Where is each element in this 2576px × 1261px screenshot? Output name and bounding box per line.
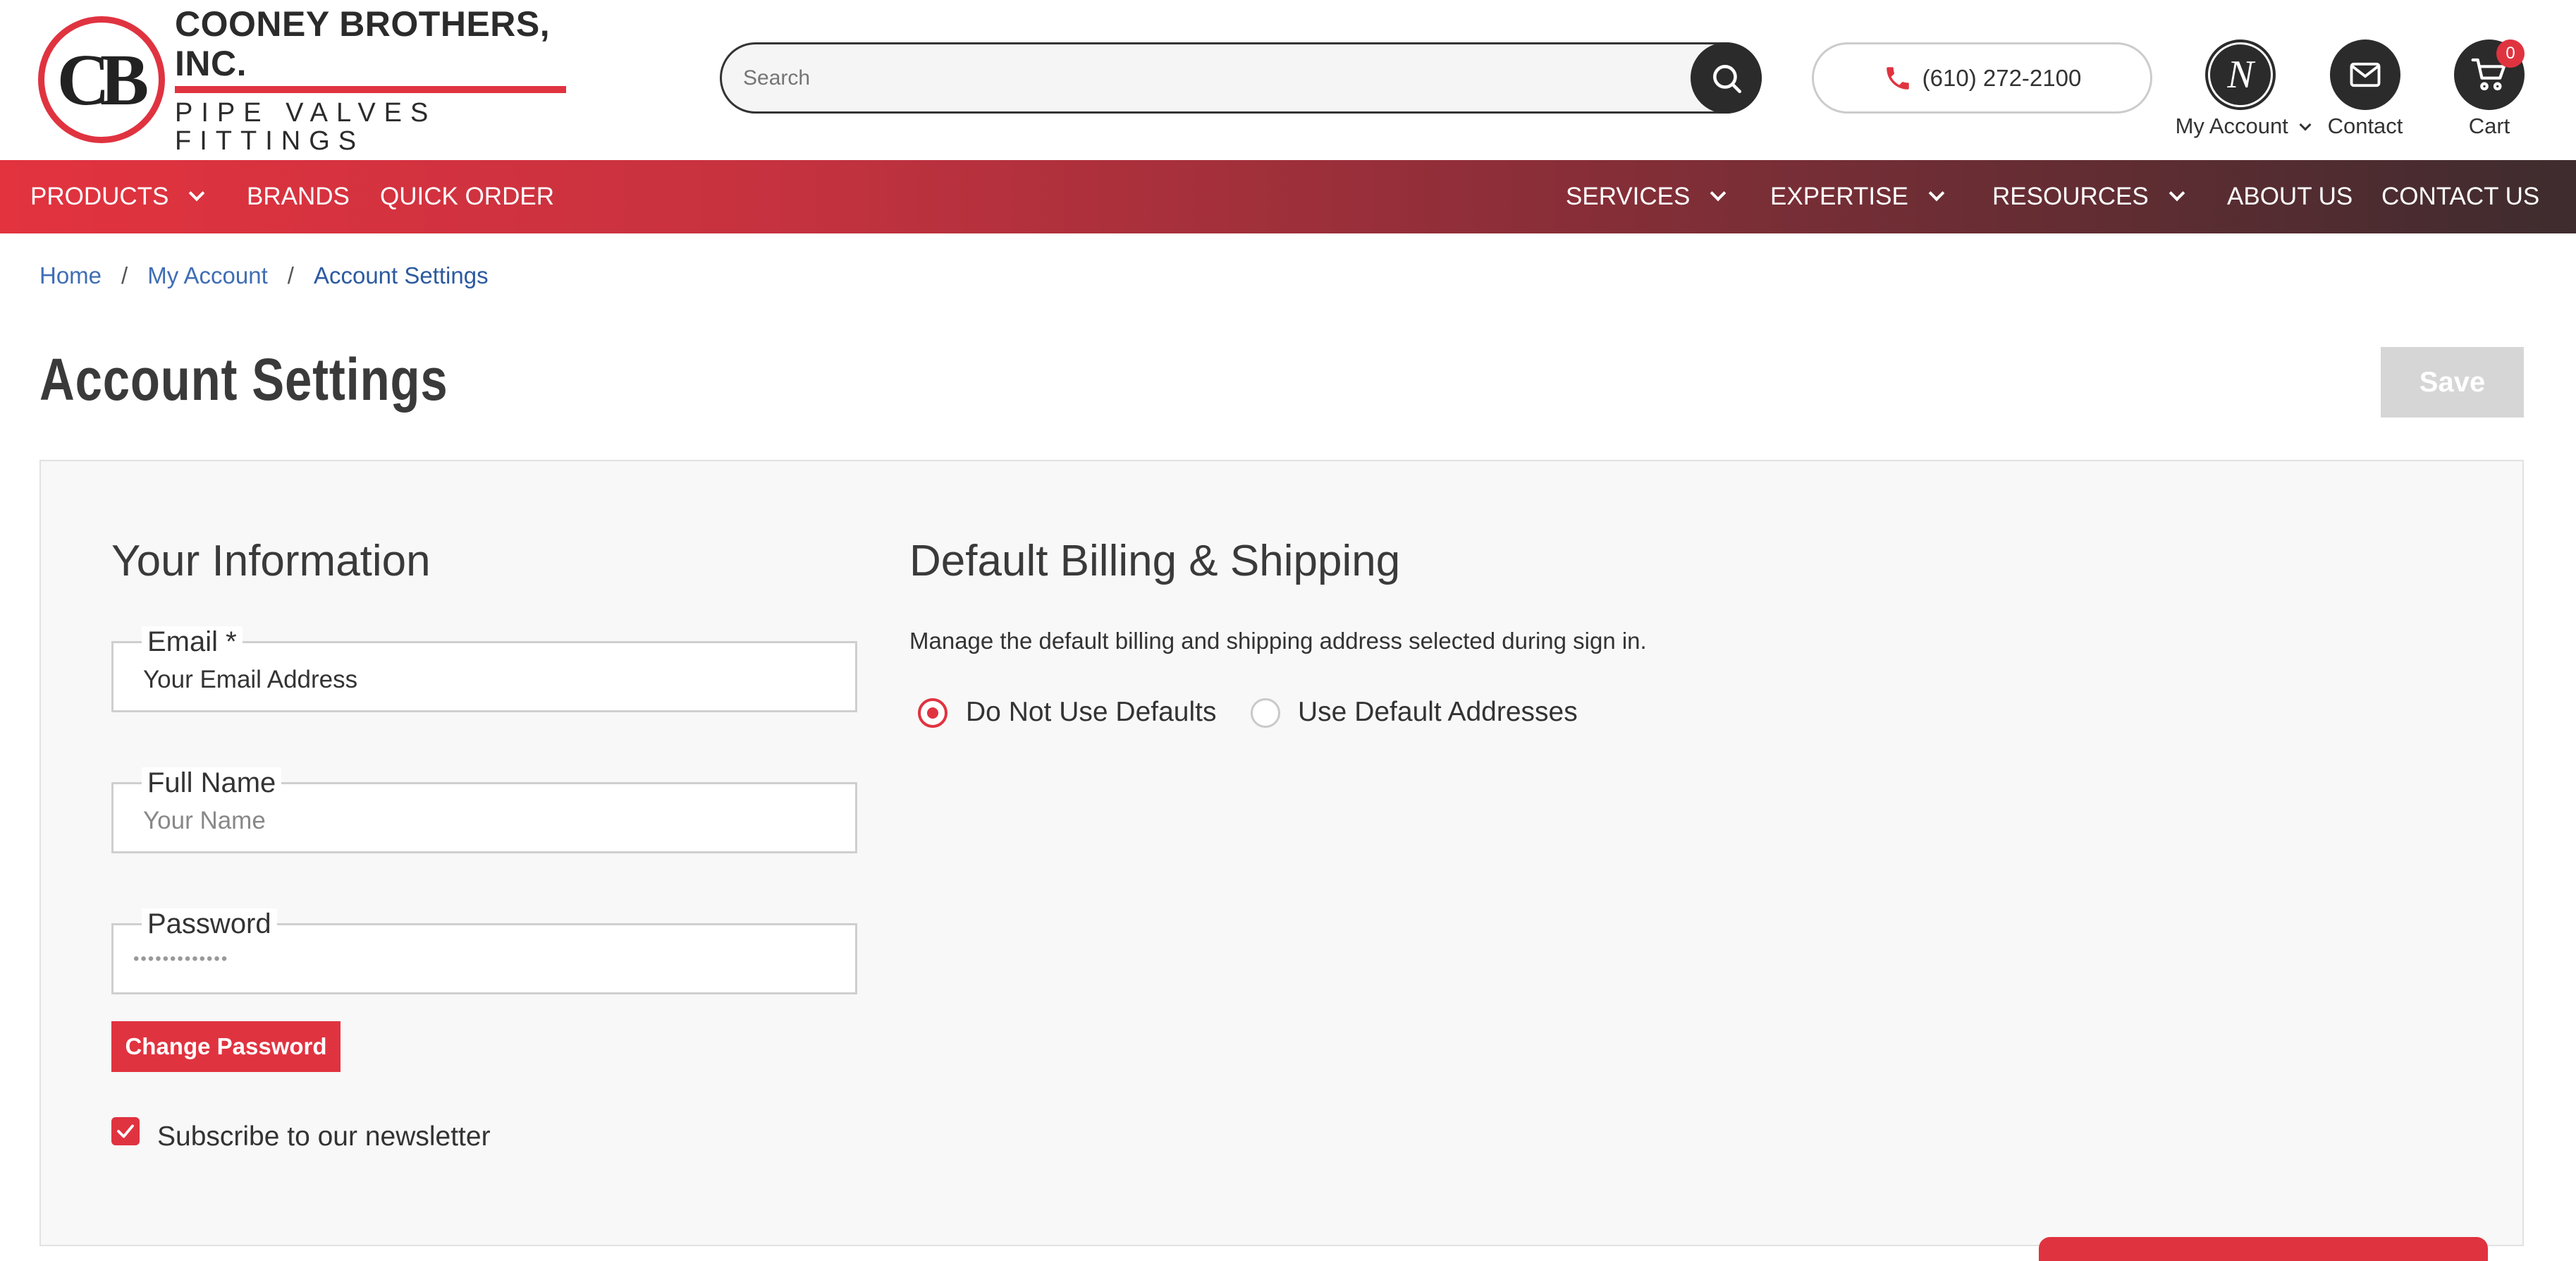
nav-services-label: SERVICES — [1566, 183, 1691, 210]
account-menu-label[interactable]: My Account — [2169, 114, 2317, 139]
contact-button[interactable] — [2330, 39, 2400, 110]
site-header: CB COONEY BROTHERS, INC. PIPE VALVES FIT… — [0, 0, 2576, 160]
logo-mark: CB — [38, 16, 165, 143]
account-avatar: N — [2208, 42, 2273, 107]
chevron-down-icon — [2169, 185, 2185, 202]
breadcrumb-home[interactable]: Home — [39, 262, 102, 289]
company-logo[interactable]: CB COONEY BROTHERS, INC. PIPE VALVES FIT… — [38, 4, 574, 155]
radio-use-default-addresses[interactable] — [1251, 698, 1280, 728]
nav-services[interactable]: SERVICES — [1566, 160, 1726, 233]
nav-products[interactable]: PRODUCTS — [30, 160, 205, 233]
nav-brands-label: BRANDS — [247, 183, 350, 210]
nav-contact-label: CONTACT US — [2381, 183, 2540, 210]
password-label: Password — [142, 908, 277, 939]
billing-description: Manage the default billing and shipping … — [909, 628, 1647, 654]
nav-expertise-label: EXPERTISE — [1770, 183, 1908, 210]
cart-count-badge: 0 — [2496, 39, 2525, 68]
main-nav: PRODUCTS BRANDS QUICK ORDER SERVICES EXP… — [0, 160, 2576, 233]
billing-shipping-heading: Default Billing & Shipping — [909, 537, 1401, 585]
newsletter-checkbox[interactable] — [111, 1117, 140, 1145]
email-field[interactable]: Email * Your Email Address — [111, 626, 857, 712]
nav-contact[interactable]: CONTACT US — [2381, 160, 2539, 233]
account-button[interactable]: N — [2205, 39, 2276, 110]
nav-products-label: PRODUCTS — [30, 183, 169, 210]
search-bar — [720, 42, 1762, 114]
mail-icon — [2350, 62, 2381, 87]
checkmark-icon — [117, 1124, 134, 1138]
chevron-down-icon — [1710, 185, 1726, 202]
search-input[interactable] — [722, 44, 1688, 111]
email-label: Email * — [142, 626, 243, 657]
breadcrumb: Home / My Account / Account Settings — [39, 262, 489, 289]
nav-quick-order-label: QUICK ORDER — [380, 183, 554, 210]
breadcrumb-separator: / — [121, 262, 128, 288]
logo-company-name: COONEY BROTHERS, INC. — [175, 4, 551, 83]
password-mask: ••••••••••••• — [133, 949, 229, 968]
logo-divider — [175, 86, 566, 93]
nav-about[interactable]: ABOUT US — [2227, 160, 2353, 233]
phone-button[interactable]: (610) 272-2100 — [1812, 42, 2152, 114]
nav-resources-label: RESOURCES — [1992, 183, 2149, 210]
full-name-field[interactable]: Full Name Your Name — [111, 767, 857, 853]
breadcrumb-my-account[interactable]: My Account — [147, 262, 268, 289]
logo-wordmark: COONEY BROTHERS, INC. PIPE VALVES FITTIN… — [175, 4, 574, 155]
account-initial: N — [2227, 53, 2254, 97]
page-title: Account Settings — [39, 346, 448, 413]
logo-initials: CB — [56, 39, 149, 121]
newsletter-label: Subscribe to our newsletter — [157, 1121, 491, 1152]
change-password-button[interactable]: Change Password — [111, 1021, 341, 1072]
breadcrumb-current: Account Settings — [313, 262, 489, 288]
nav-about-label: ABOUT US — [2227, 183, 2353, 210]
password-field[interactable]: Password ••••••••••••• — [111, 908, 857, 994]
nav-expertise[interactable]: EXPERTISE — [1770, 160, 1945, 233]
chat-widget-tab[interactable] — [2039, 1237, 2488, 1261]
cart-label[interactable]: Cart — [2454, 114, 2525, 139]
chevron-down-icon — [2299, 118, 2312, 131]
radio-do-not-use-defaults-label[interactable]: Do Not Use Defaults — [966, 697, 1216, 728]
chevron-down-icon — [189, 185, 205, 202]
full-name-label: Full Name — [142, 767, 282, 798]
phone-icon — [1886, 66, 1909, 90]
email-value: Your Email Address — [143, 666, 358, 693]
search-icon — [1712, 64, 1741, 93]
search-button[interactable] — [1691, 42, 1762, 114]
breadcrumb-separator: / — [287, 262, 294, 288]
full-name-placeholder: Your Name — [143, 807, 266, 834]
logo-tagline: PIPE VALVES FITTINGS — [175, 98, 437, 156]
chevron-down-icon — [1928, 185, 1945, 202]
contact-label[interactable]: Contact — [2321, 114, 2410, 139]
nav-resources[interactable]: RESOURCES — [1992, 160, 2185, 233]
account-label: My Account — [2175, 114, 2288, 138]
radio-use-default-addresses-label[interactable]: Use Default Addresses — [1298, 697, 1578, 728]
your-information-heading: Your Information — [111, 537, 431, 585]
radio-do-not-use-defaults[interactable] — [918, 698, 947, 728]
nav-brands[interactable]: BRANDS — [247, 160, 350, 233]
nav-quick-order[interactable]: QUICK ORDER — [380, 160, 554, 233]
phone-number: (610) 272-2100 — [1922, 64, 2082, 91]
save-button[interactable]: Save — [2381, 347, 2524, 418]
